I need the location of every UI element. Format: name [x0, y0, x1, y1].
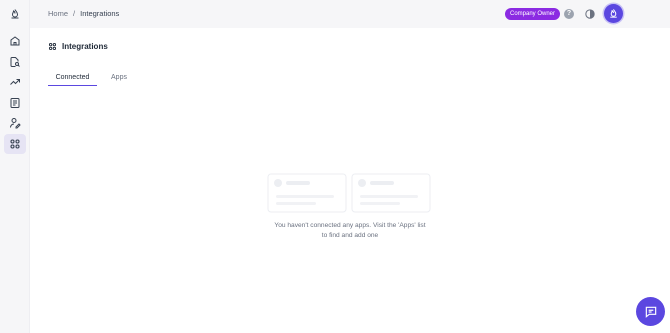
home-icon	[10, 36, 20, 46]
sidebar	[0, 0, 30, 333]
search-document-icon	[10, 57, 20, 67]
sidebar-item-home[interactable]	[4, 31, 26, 51]
sidebar-item-user-edit[interactable]	[4, 113, 26, 133]
user-avatar[interactable]	[604, 4, 623, 23]
trend-up-icon	[10, 79, 20, 85]
breadcrumb-home-link[interactable]: Home	[48, 9, 68, 18]
grid-icon	[10, 139, 20, 149]
breadcrumb-current: Integrations	[80, 9, 120, 18]
tabs: Connected Apps	[48, 72, 138, 86]
document-list-icon	[10, 98, 20, 108]
sidebar-item-search-docs[interactable]	[4, 52, 26, 72]
empty-state-message: You haven't connected any apps. Visit th…	[260, 221, 440, 241]
grid-icon	[48, 42, 57, 51]
breadcrumb-separator: /	[73, 9, 76, 18]
app-logo[interactable]	[4, 4, 26, 24]
chat-icon	[645, 306, 656, 318]
sidebar-item-integrations[interactable]	[4, 134, 26, 154]
top-header: Home / Integrations	[30, 0, 670, 28]
flame-logo-icon	[11, 9, 19, 19]
chat-button[interactable]	[636, 297, 665, 326]
tab-apps[interactable]: Apps	[108, 72, 130, 86]
empty-state-line-1: You haven't connected any apps. Visit th…	[274, 222, 426, 229]
breadcrumb: Home / Integrations	[48, 9, 119, 18]
user-edit-icon	[10, 118, 21, 129]
role-badge[interactable]: Company Owner	[505, 8, 561, 20]
theme-toggle-icon[interactable]	[585, 9, 595, 19]
page-title-text: Integrations	[62, 42, 108, 51]
help-circle-icon[interactable]: ?	[564, 9, 574, 19]
sidebar-item-trends[interactable]	[4, 72, 26, 92]
logo-avatar-icon	[610, 9, 617, 18]
empty-state-illustration	[267, 173, 431, 213]
page-title: Integrations	[48, 42, 108, 51]
empty-state-line-2: to find and add one	[321, 232, 379, 239]
sidebar-item-reports[interactable]	[4, 93, 26, 113]
tab-connected[interactable]: Connected	[48, 72, 97, 86]
